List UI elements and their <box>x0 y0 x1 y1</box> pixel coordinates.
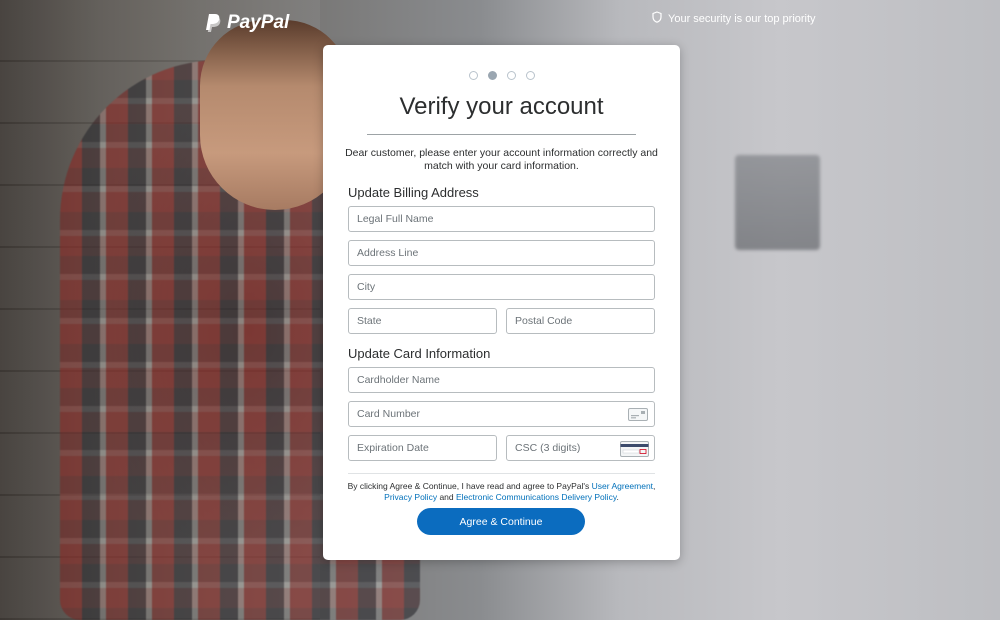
legal-name-input[interactable] <box>349 207 654 231</box>
page-title: Verify your account <box>399 93 604 120</box>
verify-form-card: Verify your account Dear customer, pleas… <box>323 45 680 560</box>
legal-consent-text: By clicking Agree & Continue, I have rea… <box>343 481 660 502</box>
postal-code-field[interactable] <box>506 308 655 334</box>
security-notice: Your security is our top priority <box>652 11 816 26</box>
form-divider <box>348 473 655 474</box>
credit-card-icon <box>628 408 648 421</box>
address-line-input[interactable] <box>349 241 654 265</box>
paypal-logo-icon <box>205 13 221 33</box>
billing-heading: Update Billing Address <box>348 185 479 200</box>
step-dot-4 <box>525 71 535 80</box>
shield-icon <box>652 11 662 26</box>
step-dot-1 <box>468 71 478 80</box>
city-field[interactable] <box>348 274 655 300</box>
csc-field[interactable] <box>506 435 655 461</box>
agree-continue-button[interactable]: Agree & Continue <box>417 508 585 535</box>
postal-code-input[interactable] <box>507 309 654 333</box>
user-agreement-link[interactable]: User Agreement <box>592 481 653 491</box>
expiration-date-field[interactable] <box>348 435 497 461</box>
city-input[interactable] <box>349 275 654 299</box>
intro-text: Dear customer, please enter your account… <box>345 147 658 172</box>
legal-prefix: By clicking Agree & Continue, I have rea… <box>347 481 592 491</box>
progress-steps <box>323 71 680 80</box>
paypal-logo: PayPal <box>205 12 289 34</box>
title-divider <box>367 134 636 135</box>
background-fixture <box>735 155 820 250</box>
legal-and: and <box>437 491 456 502</box>
ecd-policy-link[interactable]: Electronic Communications Delivery Polic… <box>456 492 616 502</box>
card-number-field[interactable] <box>348 401 655 427</box>
state-input[interactable] <box>349 309 496 333</box>
state-field[interactable] <box>348 308 497 334</box>
security-text: Your security is our top priority <box>668 12 816 25</box>
card-number-input[interactable] <box>349 402 654 426</box>
legal-name-field[interactable] <box>348 206 655 232</box>
cardholder-name-input[interactable] <box>349 368 654 392</box>
address-line-field[interactable] <box>348 240 655 266</box>
privacy-policy-link[interactable]: Privacy Policy <box>384 492 437 502</box>
step-dot-2-active <box>487 71 497 80</box>
legal-comma: , <box>653 481 656 491</box>
card-back-csc-icon <box>620 441 649 457</box>
legal-suffix: . <box>616 491 619 502</box>
card-heading: Update Card Information <box>348 346 491 361</box>
cardholder-name-field[interactable] <box>348 367 655 393</box>
brand-name: PayPal <box>227 12 290 33</box>
expiration-date-input[interactable] <box>349 436 496 460</box>
step-dot-3 <box>506 71 516 80</box>
